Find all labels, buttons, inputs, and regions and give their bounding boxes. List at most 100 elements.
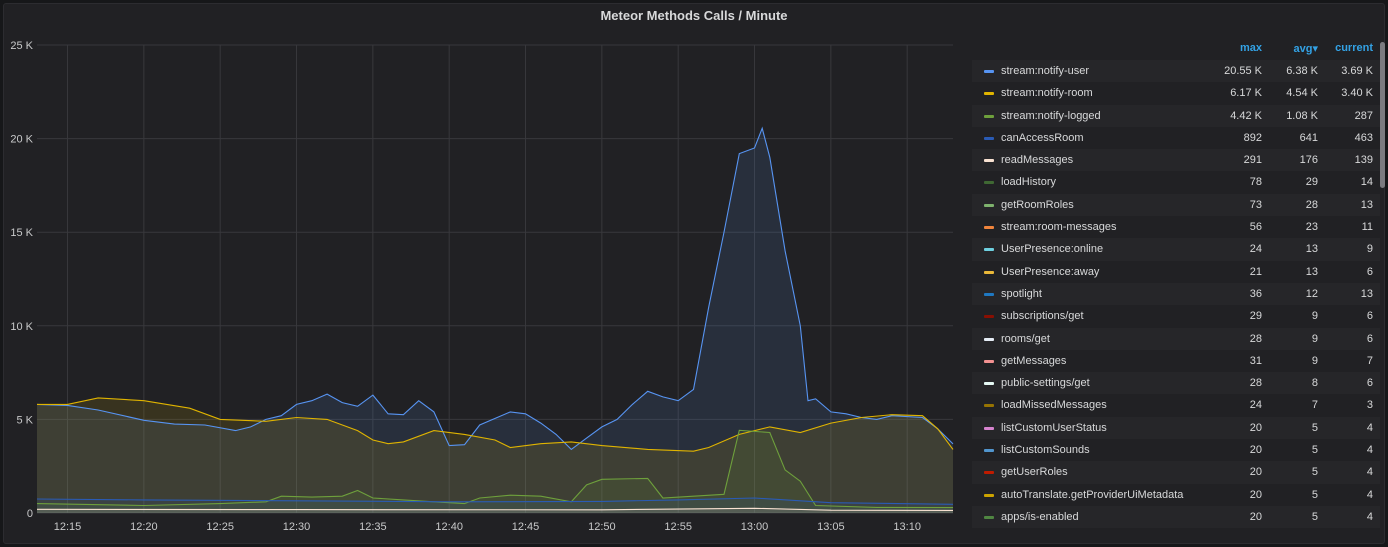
legend-row[interactable]: getUserRoles 20 5 4 — [972, 461, 1380, 484]
series-max: 56 — [1249, 221, 1262, 234]
series-color-swatch[interactable] — [984, 471, 994, 475]
series-current: 4 — [1366, 488, 1373, 501]
legend-row[interactable]: spotlight 36 12 13 — [972, 282, 1380, 306]
series-name[interactable]: stream:notify-room — [1001, 87, 1093, 99]
series-current: 4 — [1366, 510, 1373, 523]
x-tick-label: 12:25 — [206, 521, 234, 533]
series-name[interactable]: loadHistory — [1001, 176, 1056, 188]
series-avg: 5 — [1311, 510, 1318, 523]
y-tick-label: 10 K — [10, 321, 33, 333]
legend-row[interactable]: loadMissedMessages 24 7 3 — [972, 394, 1380, 416]
series-color-swatch[interactable] — [984, 203, 994, 207]
legend-row[interactable]: loadHistory 78 29 14 — [972, 171, 1380, 193]
series-color-swatch[interactable] — [984, 92, 994, 96]
legend-row[interactable]: canAccessRoom 892 641 463 — [972, 127, 1380, 149]
series-max: 4.42 K — [1230, 109, 1262, 122]
series-color-swatch[interactable] — [984, 114, 994, 118]
series-color-swatch[interactable] — [984, 292, 994, 296]
y-tick-label: 25 K — [10, 40, 33, 52]
legend-row[interactable]: listCustomSounds 20 5 4 — [972, 439, 1380, 461]
legend-row[interactable]: listCustomUserStatus 20 5 4 — [972, 416, 1380, 440]
series-name[interactable]: getRoomRoles — [1001, 199, 1074, 211]
series-current: 9 — [1366, 243, 1373, 256]
legend-row[interactable]: stream:notify-logged 4.42 K 1.08 K 287 — [972, 104, 1380, 127]
legend-row[interactable]: readMessages 291 176 139 — [972, 149, 1380, 172]
series-name[interactable]: UserPresence:online — [1001, 243, 1103, 255]
series-avg: 1.08 K — [1286, 109, 1318, 122]
series-avg: 28 — [1305, 198, 1318, 211]
series-name[interactable]: stream:room-messages — [1001, 221, 1117, 233]
series-color-swatch[interactable] — [984, 337, 994, 341]
series-max: 892 — [1243, 131, 1262, 144]
y-tick-label: 15 K — [10, 227, 33, 239]
x-tick-label: 12:45 — [512, 521, 540, 533]
series-max: 24 — [1249, 399, 1262, 412]
series-avg: 5 — [1311, 444, 1318, 457]
series-name[interactable]: rooms/get — [1001, 333, 1050, 345]
series-max: 78 — [1249, 176, 1262, 189]
series-name[interactable]: canAccessRoom — [1001, 132, 1084, 144]
series-avg: 9 — [1311, 354, 1318, 367]
series-name[interactable]: subscriptions/get — [1001, 310, 1084, 322]
series-color-swatch[interactable] — [984, 181, 994, 185]
series-name[interactable]: loadMissedMessages — [1001, 399, 1107, 411]
series-max: 20 — [1249, 421, 1262, 434]
legend-row[interactable]: stream:room-messages 56 23 11 — [972, 216, 1380, 238]
y-tick-label: 0 — [27, 508, 33, 520]
series-name[interactable]: spotlight — [1001, 288, 1042, 300]
series-color-swatch[interactable] — [984, 159, 994, 163]
series-name[interactable]: stream:notify-logged — [1001, 110, 1101, 122]
legend-row[interactable]: stream:notify-user 20.55 K 6.38 K 3.69 K — [972, 60, 1380, 83]
legend-row[interactable]: UserPresence:away 21 13 6 — [972, 261, 1380, 283]
series-max: 24 — [1249, 243, 1262, 256]
series-name[interactable]: autoTranslate.getProviderUiMetadata — [1001, 489, 1183, 501]
series-avg: 641 — [1299, 131, 1318, 144]
series-color-swatch[interactable] — [984, 359, 994, 363]
series-current: 3.40 K — [1341, 87, 1373, 100]
legend-row[interactable]: stream:notify-room 6.17 K 4.54 K 3.40 K — [972, 82, 1380, 104]
series-color-swatch[interactable] — [984, 382, 994, 386]
series-current: 463 — [1354, 131, 1373, 144]
series-name[interactable]: getUserRoles — [1001, 466, 1068, 478]
legend-row[interactable]: public-settings/get 28 8 6 — [972, 372, 1380, 395]
series-current: 3 — [1366, 399, 1373, 412]
legend-row[interactable]: rooms/get 28 9 6 — [972, 327, 1380, 350]
series-max: 20 — [1249, 444, 1262, 457]
series-color-swatch[interactable] — [984, 404, 994, 408]
series-max: 20 — [1249, 466, 1262, 479]
series-color-swatch[interactable] — [984, 426, 994, 430]
legend-col-avg[interactable]: avg▾ — [1258, 42, 1318, 55]
legend-row[interactable]: autoTranslate.getProviderUiMetadata 20 5 4 — [972, 484, 1380, 506]
series-avg: 29 — [1305, 176, 1318, 189]
series-avg: 13 — [1305, 243, 1318, 256]
legend-row[interactable]: getMessages 31 9 7 — [972, 350, 1380, 372]
series-color-swatch[interactable] — [984, 449, 994, 453]
series-current: 13 — [1360, 198, 1373, 211]
series-color-swatch[interactable] — [984, 70, 994, 73]
legend-row[interactable]: getRoomRoles 73 28 13 — [972, 193, 1380, 217]
series-name[interactable]: public-settings/get — [1001, 377, 1090, 389]
series-color-swatch[interactable] — [984, 315, 994, 319]
legend-col-max[interactable]: max — [1202, 42, 1262, 54]
series-name[interactable]: listCustomUserStatus — [1001, 422, 1107, 434]
series-name[interactable]: getMessages — [1001, 355, 1066, 367]
series-name[interactable]: readMessages — [1001, 154, 1073, 166]
legend-row[interactable]: subscriptions/get 29 9 6 — [972, 305, 1380, 327]
series-color-swatch[interactable] — [984, 493, 994, 497]
legend-scrollbar[interactable] — [1380, 42, 1385, 188]
legend-row[interactable]: UserPresence:online 24 13 9 — [972, 238, 1380, 261]
legend-row[interactable]: apps/is-enabled 20 5 4 — [972, 505, 1380, 529]
series-name[interactable]: UserPresence:away — [1001, 266, 1099, 278]
series-color-swatch[interactable] — [984, 248, 994, 252]
legend-rows: stream:notify-user 20.55 K 6.38 K 3.69 Kstr… — [972, 60, 1380, 529]
series-color-swatch[interactable] — [984, 515, 994, 519]
legend-col-current[interactable]: current — [1313, 42, 1373, 54]
series-name[interactable]: listCustomSounds — [1001, 444, 1090, 456]
series-avg: 5 — [1311, 466, 1318, 479]
x-axis-ticks: 12:15 12:20 12:25 12:30 12:35 12:40 12:45 12:50… — [54, 521, 921, 533]
series-color-swatch[interactable] — [984, 270, 994, 274]
series-name[interactable]: stream:notify-user — [1001, 65, 1089, 77]
series-color-swatch[interactable] — [984, 226, 994, 230]
series-name[interactable]: apps/is-enabled — [1001, 511, 1079, 523]
series-color-swatch[interactable] — [984, 136, 994, 140]
